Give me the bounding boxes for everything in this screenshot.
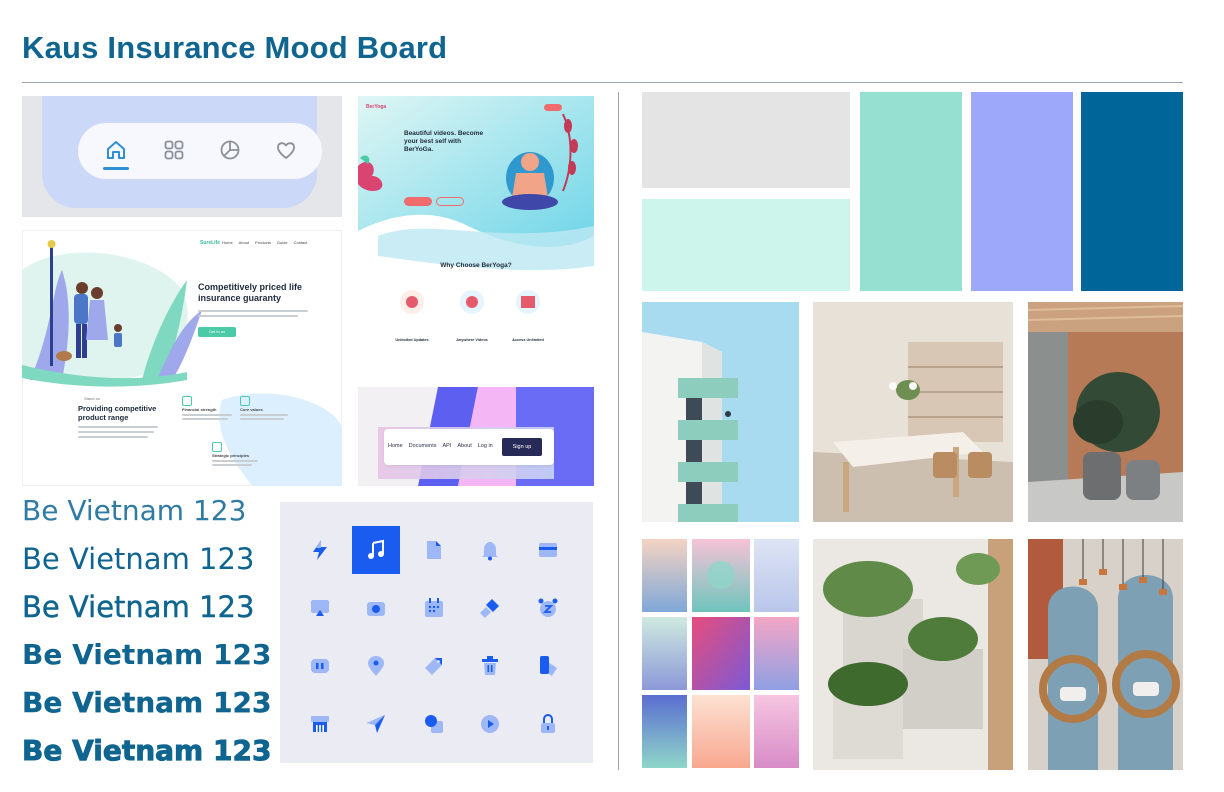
brush-icon — [466, 584, 514, 632]
yoga-feature: Unlimited Updates — [395, 338, 429, 342]
tag-icon — [410, 642, 458, 690]
values-icon — [240, 396, 250, 406]
device-icon — [524, 642, 572, 690]
grid-icon[interactable] — [162, 138, 186, 162]
bell-icon — [466, 526, 514, 574]
phone-frame — [42, 96, 322, 208]
font-sample-extrabold: Be Vietnam 123 — [22, 734, 272, 768]
active-indicator — [103, 167, 129, 170]
font-sample-semibold: Be Vietnam 123 — [22, 638, 272, 671]
pie-chart-icon[interactable] — [218, 138, 242, 162]
feature-item: Strategic principles — [212, 453, 250, 458]
insurance-cta-button[interactable]: Get to us — [198, 327, 236, 337]
vertical-divider — [618, 92, 619, 770]
music-icon — [352, 526, 400, 574]
location-icon — [352, 642, 400, 690]
gradient-cards-photo — [642, 539, 799, 768]
insurance-nav: Home About Products Guide Contact — [222, 240, 307, 245]
bottom-nav-bar — [78, 123, 322, 179]
insurance-illustration — [22, 240, 342, 486]
yoga-logo: BerYoga — [366, 104, 387, 110]
wall-plants-photo — [813, 539, 1013, 770]
yoga-landing-sample: BerYoga Beautiful videos. Become your be… — [358, 96, 594, 368]
insurance-logo: SureLife — [200, 240, 221, 246]
office-photo — [813, 302, 1013, 522]
insurance-headline: Competitively priced life insurance guar… — [198, 282, 303, 303]
heart-icon[interactable] — [274, 138, 298, 162]
icon-set-sample — [280, 502, 593, 763]
play-icon — [466, 700, 514, 748]
yoga-nav-button[interactable] — [544, 104, 562, 111]
color-swatch-gray — [642, 92, 850, 188]
cast-icon — [296, 584, 344, 632]
shop-icon — [296, 700, 344, 748]
calendar-icon — [410, 584, 458, 632]
title-divider — [22, 82, 1183, 83]
document-icon — [410, 526, 458, 574]
docs-nav-item[interactable]: Log in — [478, 443, 493, 449]
shapes-icon — [410, 700, 458, 748]
building-photo — [642, 302, 799, 522]
battery-icon — [296, 642, 344, 690]
alarm-icon — [524, 584, 572, 632]
color-swatch-teal — [860, 92, 962, 291]
docs-nav-item[interactable]: API — [443, 443, 452, 449]
strategy-icon — [212, 442, 222, 452]
insurance-nav-item[interactable]: Contact — [294, 240, 308, 245]
color-swatch-mint — [642, 199, 850, 291]
insurance-landing-sample: SureLife Home About Products Guide Conta… — [22, 230, 342, 486]
financial-icon — [182, 396, 192, 406]
yoga-headline: Beautiful videos. Become your best self … — [404, 130, 484, 153]
board-title: Kaus Insurance Mood Board — [22, 30, 448, 65]
insurance-feature-label: Stand on — [84, 396, 101, 401]
font-sample-regular: Be Vietnam 123 — [22, 542, 255, 576]
plants-corridor-photo — [1028, 302, 1183, 522]
docs-signup-button[interactable]: Sign up — [502, 438, 542, 456]
docs-nav-item[interactable]: Home — [388, 443, 403, 449]
docs-nav-sample: Home Documents API About Log in Sign up — [358, 387, 594, 486]
docs-nav-item[interactable]: Documents — [409, 443, 437, 449]
send-icon — [352, 700, 400, 748]
yoga-secondary-button[interactable] — [436, 197, 464, 206]
font-sample-medium: Be Vietnam 123 — [22, 590, 255, 624]
color-swatch-blue — [1081, 92, 1183, 291]
font-sample-light: Be Vietnam 123 — [22, 494, 247, 527]
nav-bar-sample — [22, 96, 342, 217]
home-icon[interactable] — [104, 138, 128, 162]
yoga-section-title: Why Choose BerYoga? — [440, 262, 512, 269]
insurance-nav-item[interactable]: Home — [222, 240, 233, 245]
docs-nav-item[interactable]: About — [457, 443, 471, 449]
feature-item: Financial strength — [182, 407, 217, 412]
docs-nav-bar: Home Documents API About Log in Sign up — [384, 429, 554, 465]
insurance-feature-title: Providing competitive product range — [78, 404, 157, 422]
trash-icon — [466, 642, 514, 690]
insurance-nav-item[interactable]: Guide — [277, 240, 288, 245]
yoga-feature: Access Unlimited — [512, 338, 544, 342]
card-icon — [524, 526, 572, 574]
yoga-cta-button[interactable] — [404, 197, 432, 206]
camera-icon — [352, 584, 400, 632]
feature-item: Core values — [240, 407, 263, 412]
arch-chairs-photo — [1028, 539, 1183, 770]
yoga-feature: Anywhere Videos — [456, 338, 488, 342]
color-swatch-periwinkle — [971, 92, 1073, 291]
docs-nav-links: Home Documents API About Log in — [388, 443, 493, 449]
font-sample-bold: Be Vietnam 123 — [22, 686, 272, 719]
flash-icon — [296, 526, 344, 574]
lock-icon — [524, 700, 572, 748]
insurance-nav-item[interactable]: Products — [255, 240, 271, 245]
insurance-nav-item[interactable]: About — [239, 240, 249, 245]
